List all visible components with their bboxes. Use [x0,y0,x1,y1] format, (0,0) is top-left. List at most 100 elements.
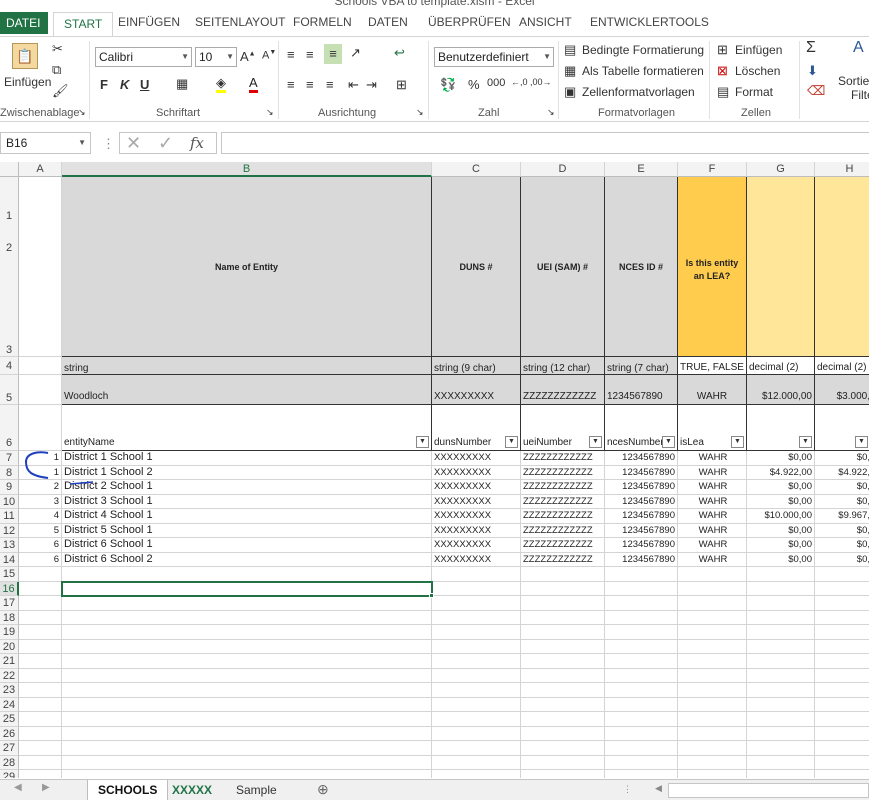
cell-f11[interactable]: WAHR [678,509,747,524]
delete-cells-icon[interactable]: ⊠ [717,63,728,79]
spreadsheet-grid[interactable]: A B C D E F G H 1 2 3 4 5 6 Name of Enti… [0,162,869,778]
row-header[interactable]: 25 [0,712,19,727]
cell-e14[interactable]: 1234567890 [605,552,678,567]
cell-a24[interactable] [19,697,62,712]
cell-a21[interactable] [19,654,62,669]
cell-h13[interactable]: $0, [815,538,869,553]
cell-c18[interactable] [432,610,521,625]
conditional-format-button[interactable]: Bedingte Formatierung [582,43,704,57]
cell-c24[interactable] [432,697,521,712]
format-as-table-button[interactable]: Als Tabelle formatieren [582,64,704,78]
row-header[interactable]: 14 [0,552,19,567]
cell-e10[interactable]: 1234567890 [605,494,678,509]
cell-d12[interactable]: ZZZZZZZZZZZZ [521,523,605,538]
row-header[interactable]: 1 [0,177,19,222]
tab-formulas[interactable]: FORMELN [293,15,352,29]
cell-f9[interactable]: WAHR [678,480,747,495]
copy-icon[interactable]: ⧉ [52,62,61,78]
increase-decimal-icon[interactable]: ←,0 [511,77,528,87]
row-header[interactable]: 11 [0,509,19,524]
header-g[interactable] [747,177,815,357]
scroll-left-icon[interactable]: ◀ [14,782,22,793]
cell-e8[interactable]: 1234567890 [605,465,678,480]
filter-dropdown-icon[interactable]: ▼ [505,436,518,448]
filter-dropdown-icon[interactable]: ▼ [589,436,602,448]
cell-g27[interactable] [747,741,815,756]
sheet-tab-xxxxx[interactable]: XXXXX [162,780,222,800]
cell-e13[interactable]: 1234567890 [605,538,678,553]
cell-e21[interactable] [605,654,678,669]
cell-b4[interactable]: string [62,357,432,375]
row-header[interactable]: 19 [0,625,19,640]
cell-b7[interactable]: District 1 School 1 [62,451,432,466]
hscroll-left-icon[interactable]: ◀ [655,783,662,794]
cell-a19[interactable] [19,625,62,640]
cell-h6[interactable]: ▼ [815,405,869,451]
cell-h17[interactable] [815,596,869,611]
cell-h14[interactable]: $0, [815,553,869,567]
cell-d13[interactable]: ZZZZZZZZZZZZ [521,538,605,553]
cell-b24[interactable] [62,697,432,712]
row-header[interactable]: 28 [0,755,19,770]
cell-c25[interactable] [432,712,521,727]
cell-d10[interactable]: ZZZZZZZZZZZZ [521,494,605,509]
cell-a16[interactable] [19,581,62,596]
cell-h23[interactable] [815,683,869,698]
cell-g13[interactable]: $0,00 [747,538,815,553]
row-header[interactable]: 16 [0,581,19,596]
cell-a28[interactable] [19,755,62,770]
cell-g25[interactable] [747,712,815,727]
cell-g24[interactable] [747,697,815,712]
cell-f26[interactable] [678,726,747,741]
cell-d11[interactable]: ZZZZZZZZZZZZ [521,509,605,524]
format-as-table-icon[interactable]: ▦ [564,63,576,79]
cell-c27[interactable] [432,741,521,756]
dialog-launcher-icon[interactable]: ↘ [266,107,274,118]
cell-c12[interactable]: XXXXXXXXX [432,523,521,538]
cell-c19[interactable] [432,625,521,640]
cell-c10[interactable]: XXXXXXXXX [432,494,521,509]
cell-e27[interactable] [605,741,678,756]
paste-icon[interactable]: 📋 [12,43,38,69]
cell-g8[interactable]: $4.922,00 [747,465,815,480]
cell-f8[interactable]: WAHR [678,465,747,480]
cell-f7[interactable]: WAHR [678,451,747,466]
cell-c6[interactable]: dunsNumber ▼ [432,405,521,451]
header-nces[interactable]: NCES ID # [605,177,678,357]
cut-icon[interactable]: ✂ [52,41,63,57]
format-cells-icon[interactable]: ▤ [717,84,729,100]
cell-a22[interactable] [19,668,62,683]
cell-e19[interactable] [605,625,678,640]
cell-e12[interactable]: 1234567890 [605,523,678,538]
cell-e15[interactable] [605,567,678,582]
align-bottom-icon[interactable]: ≡ [324,44,342,64]
cell-f20[interactable] [678,639,747,654]
tab-insert[interactable]: EINFÜGEN [118,15,180,29]
cell-g9[interactable]: $0,00 [747,480,815,495]
cell-g20[interactable] [747,639,815,654]
cell-h18[interactable] [815,611,869,625]
sort-filter-button-line2[interactable]: Filte [851,88,869,102]
cell-h4[interactable]: decimal (2) [815,357,869,375]
row-header[interactable]: 4 [0,357,19,375]
cell-a14[interactable]: 6 [19,552,62,567]
decrease-indent-icon[interactable]: ⇤ [348,77,359,93]
row-header[interactable]: 17 [0,596,19,611]
cell-g12[interactable]: $0,00 [747,523,815,538]
percent-icon[interactable]: % [468,77,480,92]
cell-g18[interactable] [747,610,815,625]
cell-c29[interactable] [432,770,521,778]
grow-font-icon[interactable]: A▲ [240,49,256,64]
cell-a6[interactable] [19,405,62,451]
cell-a27[interactable] [19,741,62,756]
increase-indent-icon[interactable]: ⇥ [366,77,377,93]
autosum-icon[interactable]: Σ [806,39,816,57]
cell-d19[interactable] [521,625,605,640]
font-color-icon[interactable]: A [249,75,258,93]
filter-dropdown-icon[interactable]: ▼ [855,436,868,448]
row-header[interactable]: 9 [0,480,19,495]
cell-styles-button[interactable]: Zellenformatvorlagen [582,85,695,99]
cell-b25[interactable] [62,712,432,727]
cell-h26[interactable] [815,727,869,741]
sheet-tab-sample[interactable]: Sample [226,780,287,800]
